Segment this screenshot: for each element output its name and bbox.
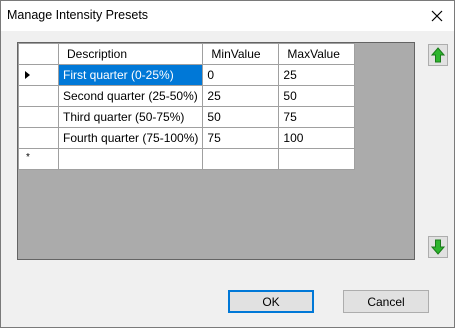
column-header-maxvalue[interactable]: MaxValue xyxy=(278,43,356,65)
row-header[interactable]: * xyxy=(18,148,59,170)
presets-table: Description MinValue MaxValue First quar… xyxy=(18,43,356,170)
cell-min[interactable]: 0 xyxy=(202,64,280,86)
row-header[interactable] xyxy=(18,85,59,107)
column-header-description[interactable]: Description xyxy=(57,43,204,65)
table-row[interactable]: Second quarter (25-50%) 25 50 xyxy=(18,85,356,107)
cell-min[interactable] xyxy=(202,148,280,170)
data-grid[interactable]: Description MinValue MaxValue First quar… xyxy=(17,42,415,260)
move-up-button[interactable] xyxy=(428,44,448,66)
cell-description[interactable]: Second quarter (25-50%) xyxy=(57,85,204,107)
column-header-minvalue[interactable]: MinValue xyxy=(202,43,280,65)
new-row[interactable]: * xyxy=(18,148,356,170)
green-down-arrow-icon xyxy=(431,239,445,255)
row-header[interactable] xyxy=(18,127,59,149)
cell-min[interactable]: 75 xyxy=(202,127,280,149)
cancel-button[interactable]: Cancel xyxy=(343,290,429,313)
close-button[interactable] xyxy=(420,1,454,31)
move-down-button[interactable] xyxy=(428,236,448,258)
title-bar: Manage Intensity Presets xyxy=(1,1,454,31)
dialog-title: Manage Intensity Presets xyxy=(7,8,149,22)
cell-max[interactable]: 50 xyxy=(278,85,356,107)
cell-max[interactable] xyxy=(278,148,356,170)
close-icon xyxy=(431,10,443,22)
cell-max[interactable]: 100 xyxy=(278,127,356,149)
cell-description[interactable] xyxy=(57,148,204,170)
new-row-marker: * xyxy=(26,152,30,163)
green-up-arrow-icon xyxy=(431,47,445,63)
table-row[interactable]: First quarter (0-25%) 0 25 xyxy=(18,64,356,86)
row-header[interactable] xyxy=(18,106,59,128)
row-pointer-icon xyxy=(25,71,30,79)
corner-header[interactable] xyxy=(18,43,59,65)
table-row[interactable]: Third quarter (50-75%) 50 75 xyxy=(18,106,356,128)
table-row[interactable]: Fourth quarter (75-100%) 75 100 xyxy=(18,127,356,149)
cell-description[interactable]: Third quarter (50-75%) xyxy=(57,106,204,128)
cell-description[interactable]: First quarter (0-25%) xyxy=(57,64,204,86)
cell-max[interactable]: 75 xyxy=(278,106,356,128)
cell-description[interactable]: Fourth quarter (75-100%) xyxy=(57,127,204,149)
cell-min[interactable]: 50 xyxy=(202,106,280,128)
header-row: Description MinValue MaxValue xyxy=(18,43,356,65)
cell-min[interactable]: 25 xyxy=(202,85,280,107)
row-header[interactable] xyxy=(18,64,59,86)
dialog-window: Manage Intensity Presets Description Min… xyxy=(0,0,455,328)
ok-button[interactable]: OK xyxy=(228,290,314,313)
cell-max[interactable]: 25 xyxy=(278,64,356,86)
